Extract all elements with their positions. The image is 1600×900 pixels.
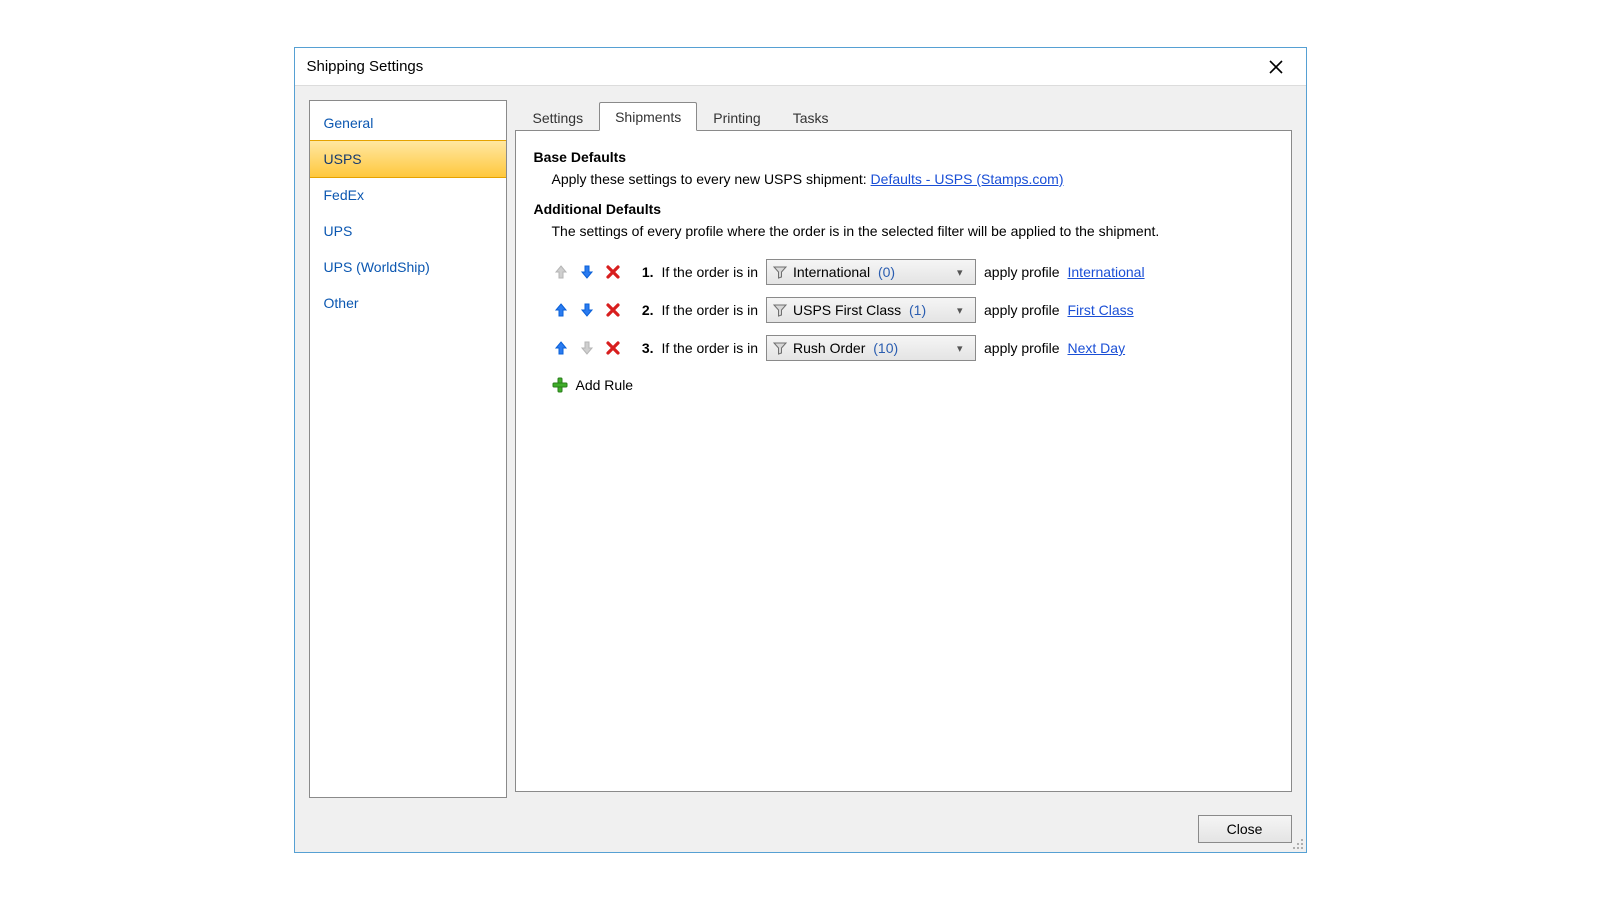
shipping-settings-dialog: Shipping Settings GeneralUSPSFedExUPSUPS… [294, 47, 1307, 853]
close-button[interactable]: Close [1198, 815, 1292, 843]
rule-suffix-text: apply profile [984, 302, 1060, 318]
tab-tasks[interactable]: Tasks [777, 103, 845, 131]
filter-label: USPS First Class (1) [793, 302, 951, 318]
base-defaults-text-prefix: Apply these settings to every new USPS s… [552, 171, 871, 187]
rule-prefix-text: If the order is in [662, 340, 759, 356]
filter-count: (10) [873, 340, 898, 356]
profile-link[interactable]: First Class [1068, 302, 1134, 318]
filter-select[interactable]: Rush Order (10) ▾ [766, 335, 976, 361]
chevron-down-icon: ▾ [957, 342, 969, 355]
profile-link[interactable]: Next Day [1068, 340, 1126, 356]
sidebar-item-other[interactable]: Other [310, 285, 506, 321]
rule-number: 2. [630, 302, 654, 318]
funnel-icon [773, 341, 787, 355]
sidebar-item-ups[interactable]: UPS [310, 213, 506, 249]
plus-icon [552, 377, 568, 393]
move-up-icon [552, 263, 570, 281]
rule-prefix-text: If the order is in [662, 264, 759, 280]
rules-list: 1. If the order is in International (0) ▾ ap… [552, 253, 1273, 367]
sidebar-item-general[interactable]: General [310, 105, 506, 141]
resize-grip[interactable] [1290, 836, 1304, 850]
filter-count: (1) [909, 302, 926, 318]
rule-number: 1. [630, 264, 654, 280]
rule-suffix-text: apply profile [984, 264, 1060, 280]
filter-count: (0) [878, 264, 895, 280]
sidebar-item-fedex[interactable]: FedEx [310, 177, 506, 213]
funnel-icon [773, 265, 787, 279]
delete-rule-icon[interactable] [604, 339, 622, 357]
chevron-down-icon: ▾ [957, 266, 969, 279]
rule-suffix-text: apply profile [984, 340, 1060, 356]
filter-label: International (0) [793, 264, 951, 280]
dialog-footer: Close [295, 806, 1306, 852]
additional-defaults-description: The settings of every profile where the … [552, 223, 1273, 239]
sidebar: GeneralUSPSFedExUPSUPS (WorldShip)Other [309, 100, 507, 798]
rule-row: 3. If the order is in Rush Order (10) ▾ appl… [552, 329, 1273, 367]
titlebar: Shipping Settings [295, 48, 1306, 86]
base-defaults-text: Apply these settings to every new USPS s… [552, 171, 1273, 187]
close-icon[interactable] [1258, 53, 1294, 81]
filter-select[interactable]: USPS First Class (1) ▾ [766, 297, 976, 323]
rule-number: 3. [630, 340, 654, 356]
move-up-icon[interactable] [552, 339, 570, 357]
rule-prefix-text: If the order is in [662, 302, 759, 318]
tabs: SettingsShipmentsPrintingTasks [515, 100, 1292, 130]
tab-printing[interactable]: Printing [697, 103, 776, 131]
profile-link[interactable]: International [1068, 264, 1145, 280]
tab-panel-shipments: Base Defaults Apply these settings to ev… [515, 130, 1292, 792]
delete-rule-icon[interactable] [604, 301, 622, 319]
move-down-icon[interactable] [578, 301, 596, 319]
move-down-icon[interactable] [578, 263, 596, 281]
funnel-icon [773, 303, 787, 317]
rule-row: 1. If the order is in International (0) ▾ ap… [552, 253, 1273, 291]
tab-settings[interactable]: Settings [517, 103, 600, 131]
add-rule-label: Add Rule [576, 377, 634, 393]
chevron-down-icon: ▾ [957, 304, 969, 317]
tab-shipments[interactable]: Shipments [599, 102, 697, 131]
additional-defaults-title: Additional Defaults [534, 201, 1273, 217]
delete-rule-icon[interactable] [604, 263, 622, 281]
base-defaults-title: Base Defaults [534, 149, 1273, 165]
sidebar-item-ups-worldship-[interactable]: UPS (WorldShip) [310, 249, 506, 285]
rule-row: 2. If the order is in USPS First Class (1)… [552, 291, 1273, 329]
add-rule-button[interactable]: Add Rule [552, 373, 634, 397]
filter-label: Rush Order (10) [793, 340, 951, 356]
base-defaults-link[interactable]: Defaults - USPS (Stamps.com) [871, 171, 1064, 187]
sidebar-item-usps[interactable]: USPS [310, 140, 506, 178]
window-title: Shipping Settings [307, 58, 424, 75]
move-up-icon[interactable] [552, 301, 570, 319]
move-down-icon [578, 339, 596, 357]
filter-select[interactable]: International (0) ▾ [766, 259, 976, 285]
